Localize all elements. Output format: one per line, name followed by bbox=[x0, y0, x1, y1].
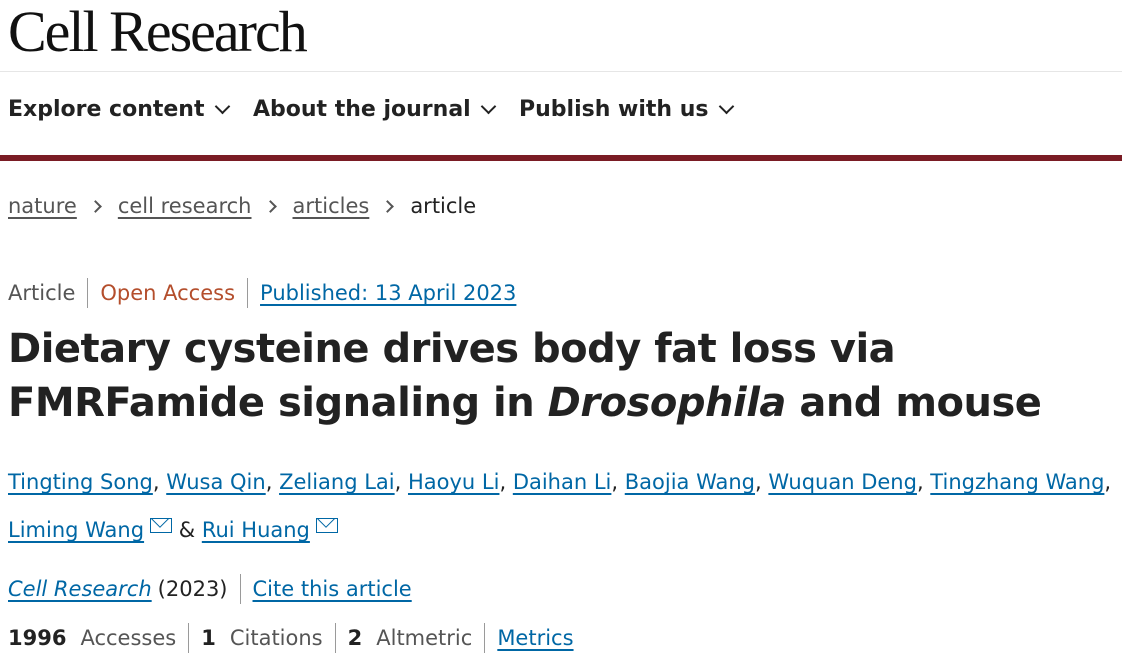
breadcrumb-current: article bbox=[410, 194, 477, 218]
author-link[interactable]: Wusa Qin bbox=[166, 470, 265, 494]
divider bbox=[188, 623, 190, 653]
author-separator: , bbox=[499, 470, 513, 494]
author-link[interactable]: Zeliang Lai bbox=[279, 470, 395, 494]
email-icon[interactable] bbox=[315, 518, 338, 533]
journal-logo[interactable]: Cell Research bbox=[8, 0, 308, 65]
title-italic-text: Drosophila bbox=[547, 380, 787, 426]
cite-article-link[interactable]: Cite this article bbox=[253, 577, 412, 601]
nav-about-journal[interactable]: About the journal bbox=[253, 97, 496, 122]
altmetric-count: 2 bbox=[347, 626, 363, 650]
article-type: Article bbox=[8, 281, 76, 305]
open-access-badge: Open Access bbox=[100, 281, 236, 305]
chevron-down-icon bbox=[214, 98, 230, 115]
article-title: Dietary cysteine drives body fat loss vi… bbox=[8, 322, 1108, 430]
chevron-right-icon bbox=[263, 199, 277, 213]
citations-label: Citations bbox=[229, 626, 323, 650]
citations-count: 1 bbox=[201, 626, 216, 650]
author-separator: , bbox=[1104, 470, 1112, 494]
citation-line: Cell Research (2023) Cite this article bbox=[8, 574, 412, 604]
author-link[interactable]: Liming Wang bbox=[8, 518, 144, 542]
breadcrumb-cell-research[interactable]: cell research bbox=[118, 194, 252, 218]
author-list: Tingting Song, Wusa Qin, Zeliang Lai, Ha… bbox=[8, 458, 1120, 554]
author-separator: , bbox=[394, 470, 408, 494]
title-text-end: and mouse bbox=[785, 380, 1042, 426]
published-date-link[interactable]: Published: 13 April 2023 bbox=[260, 281, 516, 305]
breadcrumb-nature[interactable]: nature bbox=[8, 194, 77, 218]
altmetric-label: Altmetric bbox=[376, 626, 473, 650]
author-link[interactable]: Baojia Wang bbox=[625, 470, 755, 494]
nav-publish-with-us[interactable]: Publish with us bbox=[519, 97, 734, 122]
publication-year: (2023) bbox=[157, 577, 228, 601]
author-separator: , bbox=[265, 470, 280, 494]
metrics-link[interactable]: Metrics bbox=[497, 626, 573, 650]
breadcrumb-articles[interactable]: articles bbox=[293, 194, 370, 218]
nav-item-label: About the journal bbox=[253, 97, 471, 122]
chevron-right-icon bbox=[381, 199, 395, 213]
divider bbox=[484, 623, 486, 653]
author-separator: , bbox=[152, 470, 167, 494]
author-link[interactable]: Daihan Li bbox=[513, 470, 612, 494]
nav-explore-content[interactable]: Explore content bbox=[8, 97, 230, 122]
chevron-down-icon bbox=[718, 98, 734, 115]
email-icon[interactable] bbox=[150, 518, 173, 533]
author-separator: , bbox=[611, 470, 625, 494]
chevron-down-icon bbox=[480, 98, 496, 115]
author-link[interactable]: Tingting Song bbox=[8, 470, 153, 494]
site-header: Cell Research bbox=[0, 0, 1122, 72]
author-separator: , bbox=[916, 470, 931, 494]
main-nav: Explore content About the journal Publis… bbox=[0, 72, 1122, 161]
divider bbox=[239, 574, 241, 604]
author-link[interactable]: Rui Huang bbox=[202, 518, 310, 542]
breadcrumb: nature cell research articles article bbox=[8, 194, 476, 218]
divider bbox=[334, 623, 336, 653]
divider bbox=[247, 278, 249, 308]
author-link[interactable]: Tingzhang Wang bbox=[930, 470, 1104, 494]
accesses-count: 1996 bbox=[8, 626, 67, 650]
divider bbox=[87, 278, 89, 308]
article-metrics: 1996 Accesses 1 Citations 2 Altmetric Me… bbox=[8, 623, 574, 653]
nav-item-label: Publish with us bbox=[519, 97, 709, 122]
author-link[interactable]: Wuquan Deng bbox=[768, 470, 917, 494]
author-ampersand: & bbox=[172, 518, 202, 542]
journal-link[interactable]: Cell Research bbox=[8, 577, 152, 601]
author-link[interactable]: Haoyu Li bbox=[408, 470, 499, 494]
chevron-right-icon bbox=[88, 199, 102, 213]
author-separator: , bbox=[755, 470, 769, 494]
article-meta: Article Open Access Published: 13 April … bbox=[8, 278, 516, 308]
nav-item-label: Explore content bbox=[8, 97, 205, 122]
accesses-label: Accesses bbox=[80, 626, 177, 650]
